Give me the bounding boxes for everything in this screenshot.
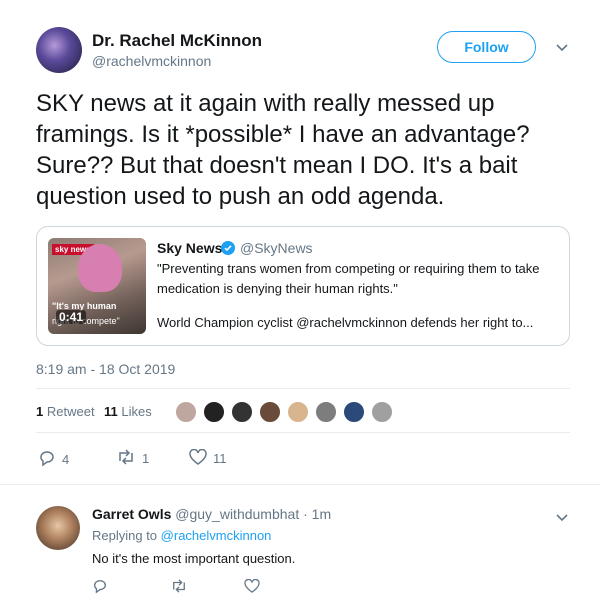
video-thumbnail[interactable]: sky news "It's my human right to compete… (48, 238, 146, 334)
retweet-stat[interactable]: 1 Retweet (36, 404, 95, 419)
person-figure (78, 244, 122, 292)
replying-to-link[interactable]: @rachelvmckinnon (161, 528, 272, 543)
replying-to-line: Replying to @rachelvmckinnon (92, 528, 271, 543)
divider (36, 388, 570, 389)
reply-action[interactable]: 4 (38, 449, 69, 470)
reply-author-handle[interactable]: @guy_withdumbhat (175, 506, 299, 522)
retweet-stat-count: 1 (36, 404, 44, 419)
like-count: 11 (213, 451, 227, 466)
quoted-text-line-2: medication is denying their human rights… (157, 281, 398, 296)
liker-avatars[interactable] (175, 401, 393, 423)
chevron-down-icon[interactable] (556, 509, 568, 525)
likes-stat-label: Likes (121, 404, 152, 419)
video-duration: 0:41 (56, 310, 87, 324)
divider (0, 484, 600, 485)
like-action[interactable]: 11 (189, 448, 227, 468)
replying-to-prefix: Replying to (92, 528, 158, 543)
reply-reply-action[interactable] (92, 578, 108, 597)
liker-avatar[interactable] (203, 401, 225, 423)
reply-count: 4 (62, 452, 70, 467)
liker-avatar[interactable] (371, 401, 393, 423)
author-name[interactable]: Dr. Rachel McKinnon (92, 31, 262, 51)
tweet-text: SKY news at it again with really messed … (36, 90, 530, 210)
retweet-stat-label: Retweet (46, 404, 95, 419)
reply-author-avatar[interactable] (36, 506, 80, 550)
follow-button[interactable]: Follow (437, 31, 536, 63)
quoted-text-line-1: "Preventing trans women from competing o… (157, 261, 540, 276)
liker-avatar[interactable] (287, 401, 309, 423)
liker-avatar[interactable] (175, 401, 197, 423)
heart-icon (189, 448, 207, 468)
quoted-author-handle: @SkyNews (240, 240, 313, 256)
reply-separator: · (303, 506, 308, 522)
likes-stat-count: 11 (104, 404, 118, 419)
likes-stat[interactable]: 11 Likes (104, 404, 152, 419)
reply-like-action[interactable] (244, 578, 260, 596)
retweet-count: 1 (142, 451, 150, 466)
author-avatar[interactable] (36, 27, 82, 73)
liker-avatar[interactable] (343, 401, 365, 423)
reply-retweet-action[interactable] (170, 579, 188, 596)
divider (36, 432, 570, 433)
reply-text: No it's the most important question. (92, 551, 296, 566)
reply-icon (38, 449, 56, 470)
liker-avatar[interactable] (259, 401, 281, 423)
heart-icon (244, 578, 260, 596)
tweet-timestamp[interactable]: 8:19 am - 18 Oct 2019 (36, 361, 175, 377)
reply-author-name[interactable]: Garret Owls (92, 506, 171, 522)
verified-badge-icon (221, 241, 235, 260)
chevron-down-icon[interactable] (556, 39, 568, 55)
reply-icon (92, 578, 108, 597)
quoted-author-name: Sky News (157, 240, 223, 256)
liker-avatar[interactable] (231, 401, 253, 423)
retweet-icon (116, 449, 136, 468)
quoted-text-line-3: World Champion cyclist @rachelvmckinnon … (157, 315, 534, 330)
reply-header: Garret Owls @guy_withdumbhat · 1m (92, 506, 331, 522)
reply-age[interactable]: 1m (312, 506, 331, 522)
author-handle[interactable]: @rachelvmckinnon (92, 53, 211, 69)
retweet-action[interactable]: 1 (116, 449, 149, 468)
retweet-icon (170, 579, 188, 596)
liker-avatar[interactable] (315, 401, 337, 423)
